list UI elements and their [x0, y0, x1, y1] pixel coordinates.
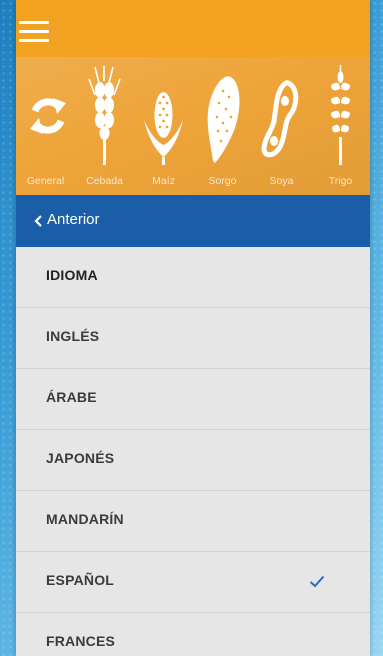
top-bar — [16, 0, 370, 57]
option-label: ÁRABE — [46, 389, 97, 405]
app-panel: General Cebada Maíz Sorgo Soya Trigo Ant… — [16, 0, 370, 656]
language-list: IDIOMA INGLÉS ÁRABE JAPONÉS MANDARÍN ESP… — [16, 247, 370, 656]
list-heading: IDIOMA — [16, 247, 370, 308]
sorghum-icon — [207, 76, 240, 163]
option-label: JAPONÉS — [46, 450, 115, 466]
option-label: INGLÉS — [46, 328, 100, 344]
language-option-espanol[interactable]: ESPAÑOL — [16, 552, 370, 613]
checkmark-icon — [309, 575, 325, 588]
crop-cebada[interactable]: Cebada — [75, 57, 134, 195]
wheat-icon — [331, 65, 350, 165]
option-label: MANDARÍN — [46, 511, 124, 527]
chevron-left-icon — [34, 215, 42, 227]
crop-sorgo[interactable]: Sorgo — [193, 57, 252, 195]
corn-icon — [144, 92, 183, 165]
option-label: FRANCES — [46, 633, 116, 649]
refresh-icon — [30, 98, 66, 134]
heading-label: IDIOMA — [46, 267, 98, 283]
crop-maiz[interactable]: Maíz — [134, 57, 193, 195]
crop-soya[interactable]: Soya — [252, 57, 311, 195]
language-option-frances[interactable]: FRANCES — [16, 613, 370, 656]
language-option-arabe[interactable]: ÁRABE — [16, 369, 370, 430]
language-option-ingles[interactable]: INGLÉS — [16, 308, 370, 369]
crop-label: Soya — [269, 175, 294, 187]
back-button[interactable]: Anterior — [16, 195, 370, 247]
crop-label: Trigo — [328, 175, 353, 187]
crop-selector: General Cebada Maíz Sorgo Soya Trigo — [16, 57, 370, 195]
crop-label: Cebada — [86, 175, 123, 187]
crop-label: Maíz — [152, 175, 175, 187]
hamburger-icon[interactable] — [19, 13, 61, 45]
crop-label: General — [26, 175, 65, 187]
language-option-mandarin[interactable]: MANDARÍN — [16, 491, 370, 552]
crop-label: Sorgo — [208, 175, 237, 187]
crop-trigo[interactable]: Trigo — [311, 57, 370, 195]
crop-general[interactable]: General — [16, 57, 75, 195]
option-label: ESPAÑOL — [46, 572, 115, 588]
soybean-icon — [261, 80, 299, 158]
barley-icon — [88, 66, 121, 165]
language-option-japones[interactable]: JAPONÉS — [16, 430, 370, 491]
back-label: Anterior — [47, 211, 100, 228]
